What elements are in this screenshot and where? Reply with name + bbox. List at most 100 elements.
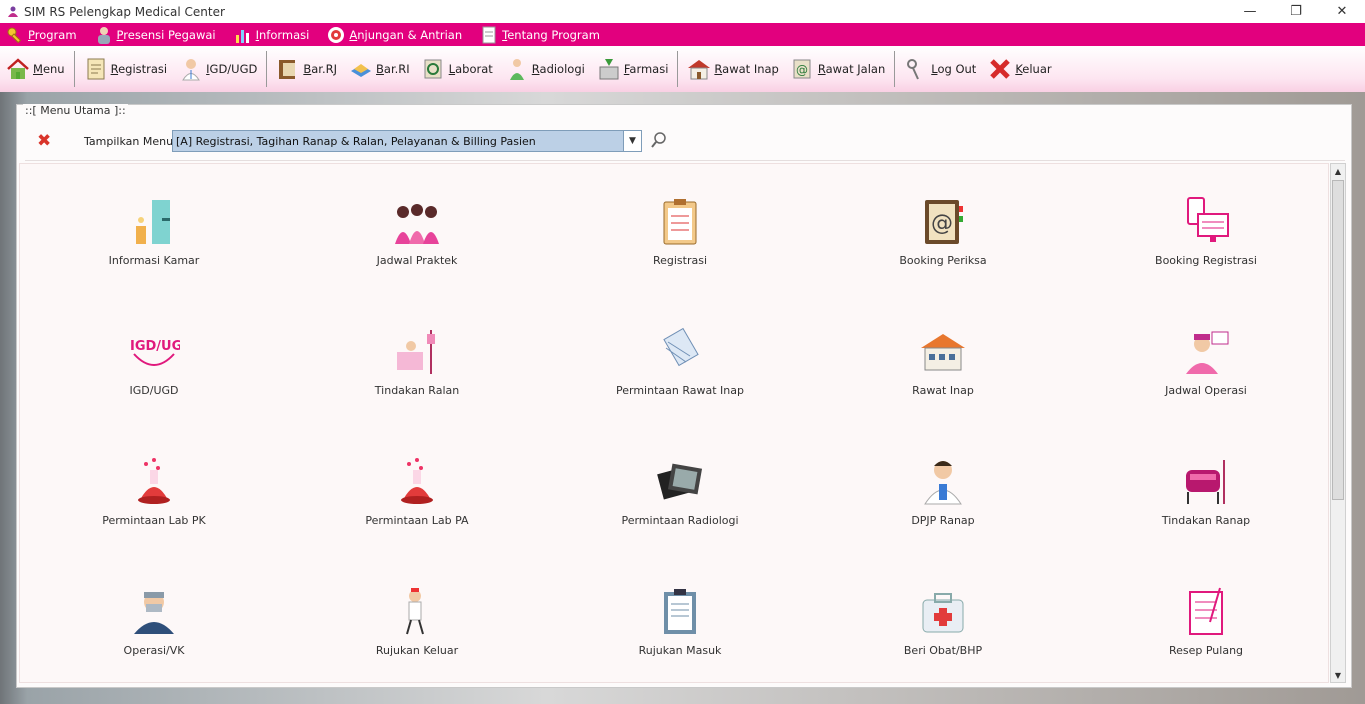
- scroll-up-icon[interactable]: ▲: [1331, 164, 1345, 178]
- title-bar: SIM RS Pelengkap Medical Center — ❐ ✕: [0, 0, 1365, 23]
- toolbar-keluar-label: Keluar: [1015, 62, 1052, 76]
- menu-informasi[interactable]: Informasi: [228, 23, 316, 46]
- menu-bar: Program Presensi Pegawai Informasi Anjun…: [0, 23, 1365, 46]
- flask-icon: [391, 442, 443, 508]
- menu-tile-label: Jadwal Operasi: [1165, 384, 1247, 397]
- menu-presensi-pegawai[interactable]: Presensi Pegawai: [89, 23, 222, 46]
- maximize-button[interactable]: ❐: [1273, 0, 1319, 23]
- clipboard-icon: [654, 182, 706, 248]
- vertical-scrollbar[interactable]: ▲ ▼: [1330, 163, 1346, 683]
- menu-tile-permintaan-lab-pk[interactable]: Permintaan Lab PK: [54, 442, 254, 552]
- outpatient-icon: @: [793, 59, 811, 79]
- menu-tile-operasi-vk[interactable]: Operasi/VK: [54, 572, 254, 682]
- menu-tile-beri-obat-bhp[interactable]: Beri Obat/BHP: [843, 572, 1043, 682]
- toolbar-menu-button[interactable]: Menu: [0, 49, 71, 89]
- menu-tile-tindakan-ralan[interactable]: Tindakan Ralan: [317, 312, 517, 422]
- toolbar-laborat-button[interactable]: Laborat: [416, 49, 499, 89]
- minimize-button[interactable]: —: [1227, 0, 1273, 23]
- menu-tile-label: Rujukan Keluar: [375, 644, 459, 657]
- toolbar-igd-button[interactable]: IGD/UGD: [173, 49, 263, 89]
- menu-tile-igd-ugd[interactable]: IGD/UGD IGD/UGD: [54, 312, 254, 422]
- menu-tile-dpjp-ranap[interactable]: DPJP Ranap: [843, 442, 1043, 552]
- toolbar-barrj-label: Bar.RJ: [303, 62, 338, 76]
- svg-text:@: @: [796, 63, 808, 77]
- svg-text:@: @: [931, 211, 953, 236]
- doctor-icon: [182, 59, 201, 81]
- menu-tile-booking-periksa[interactable]: @ Booking Periksa: [843, 182, 1043, 292]
- form-icon: [654, 572, 706, 638]
- menu-program[interactable]: Program: [0, 23, 83, 46]
- menu-tile-label: Permintaan Rawat Inap: [616, 384, 744, 397]
- menu-anjungan-label: Anjungan & Antrian: [349, 27, 463, 42]
- nurses-icon: [391, 182, 443, 248]
- menu-tile-resep-pulang[interactable]: Resep Pulang: [1106, 572, 1306, 682]
- menu-tile-jadwal-praktek[interactable]: Jadwal Praktek: [317, 182, 517, 292]
- keys-icon: [907, 59, 920, 80]
- toolbar-farmasi-button[interactable]: Farmasi: [591, 49, 675, 89]
- nurse-walking-icon: [391, 572, 443, 638]
- room-info-icon: [128, 182, 180, 248]
- close-window-button[interactable]: ✕: [1319, 0, 1365, 23]
- toolbar-barri-button[interactable]: Bar.RI: [343, 49, 416, 89]
- menu-tile-rujukan-keluar[interactable]: Rujukan Keluar: [317, 572, 517, 682]
- scrollbar-thumb[interactable]: [1332, 180, 1344, 500]
- exit-icon: [990, 59, 1011, 79]
- menu-tile-label: Permintaan Radiologi: [621, 514, 739, 527]
- prescription-icon: [1180, 572, 1232, 638]
- menu-tentang-program[interactable]: Tentang Program: [474, 23, 606, 46]
- menu-tile-label: Jadwal Praktek: [376, 254, 458, 267]
- toolbar-radiologi-button[interactable]: Radiologi: [499, 49, 591, 89]
- first-aid-icon: [917, 572, 969, 638]
- menu-informasi-label: Informasi: [255, 27, 310, 42]
- home-icon: [7, 58, 29, 79]
- book-icon: [279, 60, 296, 79]
- menu-tile-registrasi[interactable]: Registrasi: [580, 182, 780, 292]
- menu-tile-label: Booking Periksa: [899, 254, 987, 267]
- toolbar-rawat-jalan-label: Rawat Jalan: [817, 62, 886, 76]
- menu-tile-permintaan-rawat-inap[interactable]: Permintaan Rawat Inap: [580, 312, 780, 422]
- menu-tile-jadwal-operasi[interactable]: Jadwal Operasi: [1106, 312, 1306, 422]
- toolbar-registrasi-label: Registrasi: [110, 62, 168, 76]
- menu-tile-label: Beri Obat/BHP: [903, 644, 983, 657]
- toolbar-registrasi-button[interactable]: Registrasi: [78, 49, 174, 89]
- menu-tile-tindakan-ranap[interactable]: Tindakan Ranap: [1106, 442, 1306, 552]
- search-icon[interactable]: [650, 131, 668, 149]
- menu-tile-label: Rujukan Masuk: [638, 644, 722, 657]
- menu-tile-booking-registrasi[interactable]: Booking Registrasi: [1106, 182, 1306, 292]
- menu-tile-permintaan-lab-pa[interactable]: Permintaan Lab PA: [317, 442, 517, 552]
- toolbar-keluar-button[interactable]: Keluar: [982, 49, 1057, 89]
- toolbar-rawat-inap-button[interactable]: Rawat Inap: [681, 49, 784, 89]
- svg-text:IGD/UGD: IGD/UGD: [130, 339, 180, 354]
- toolbar-separator: [894, 51, 896, 87]
- key-icon: [7, 27, 22, 43]
- toolbar-rawat-inap-label: Rawat Inap: [714, 62, 779, 76]
- chart-icon: [235, 29, 249, 43]
- menu-category-select[interactable]: [A] Registrasi, Tagihan Ranap & Ralan, P…: [172, 130, 642, 152]
- close-panel-icon[interactable]: ✖: [37, 131, 51, 151]
- toolbar-separator: [73, 51, 75, 87]
- menu-anjungan-antrian[interactable]: Anjungan & Antrian: [321, 23, 468, 46]
- menu-tile-informasi-kamar[interactable]: Informasi Kamar: [54, 182, 254, 292]
- radiology-icon: [509, 59, 524, 80]
- menu-tile-label: Registrasi: [652, 254, 708, 267]
- toolbar-rawat-jalan-button[interactable]: @ Rawat Jalan: [785, 49, 891, 89]
- chevron-down-icon[interactable]: ▼: [623, 131, 641, 151]
- menu-tile-rawat-inap[interactable]: Rawat Inap: [843, 312, 1043, 422]
- menu-tile-label: IGD/UGD: [129, 384, 179, 397]
- patient-bed-icon: [391, 312, 443, 378]
- toolbar-logout-label: Log Out: [931, 62, 977, 76]
- menu-tile-rujukan-masuk[interactable]: Rujukan Masuk: [580, 572, 780, 682]
- toolbar-barri-label: Bar.RI: [376, 62, 410, 76]
- menu-tile-label: Operasi/VK: [123, 644, 185, 657]
- menu-tentang-label: Tentang Program: [502, 27, 600, 42]
- masked-surgeon-icon: [128, 572, 180, 638]
- menu-tile-label: Informasi Kamar: [108, 254, 200, 267]
- menu-tile-label: Booking Registrasi: [1155, 254, 1257, 267]
- menu-tile-label: Permintaan Lab PA: [365, 514, 469, 527]
- scroll-down-icon[interactable]: ▼: [1331, 668, 1345, 682]
- menu-program-label: Program: [28, 27, 77, 42]
- menu-tile-permintaan-radiologi[interactable]: Permintaan Radiologi: [580, 442, 780, 552]
- registration-icon: [87, 58, 105, 80]
- toolbar-barrj-button[interactable]: Bar.RJ: [270, 49, 343, 89]
- toolbar-logout-button[interactable]: Log Out: [898, 49, 982, 89]
